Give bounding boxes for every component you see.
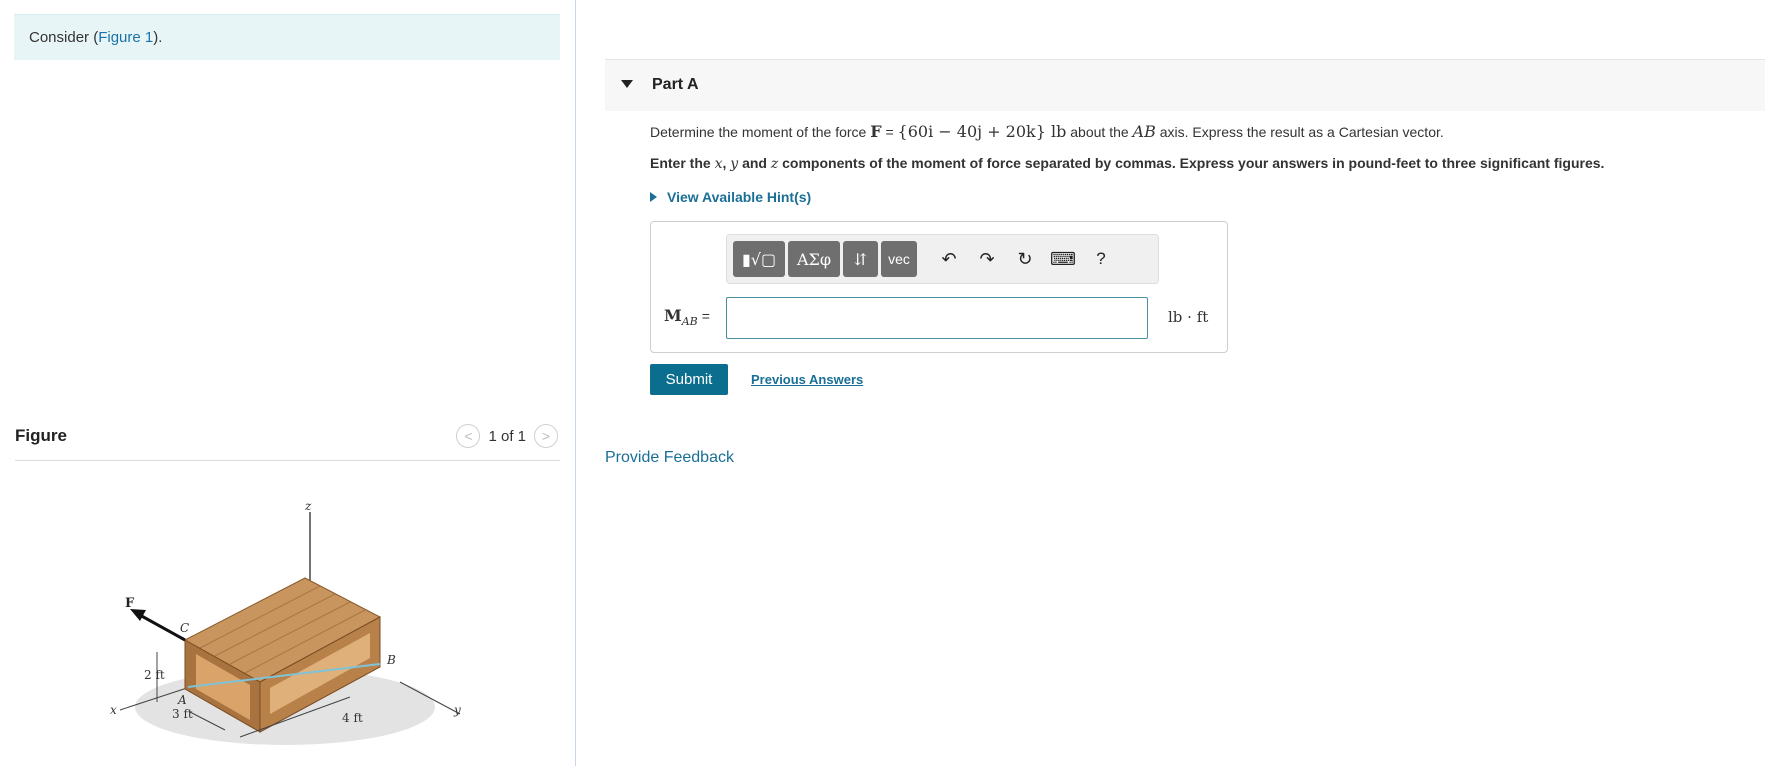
figure-title: Figure	[15, 426, 67, 445]
point-b-label: B	[386, 653, 396, 667]
axis-y-label: y	[453, 703, 461, 717]
answer-label-main: M	[664, 306, 682, 325]
help-button[interactable]: ?	[1086, 244, 1116, 274]
instruction-text: Enter the x, y and z components of the m…	[650, 155, 1604, 172]
submit-button[interactable]: Submit	[650, 364, 728, 395]
point-a-label: A	[177, 693, 187, 707]
keyboard-button[interactable]: ⌨	[1048, 244, 1078, 274]
vec-button[interactable]: vec	[881, 241, 917, 277]
greek-symbols-button[interactable]: ΑΣφ	[788, 241, 840, 277]
reset-button[interactable]: ↻	[1010, 244, 1040, 274]
axis-x-label: x	[110, 703, 117, 717]
help-icon: ?	[1096, 249, 1106, 268]
q1-equals: =	[881, 124, 898, 140]
part-title: Part A	[652, 76, 699, 93]
left-panel: Consider (Figure 1). Figure < 1 of 1 > z…	[0, 0, 575, 766]
q1-force-symbol: F	[870, 122, 882, 141]
arrows-button[interactable]: ⇵	[843, 241, 878, 277]
undo-button[interactable]: ↶	[934, 244, 964, 274]
templates-button[interactable]: ▮√▢	[733, 241, 785, 277]
right-panel: Part A Determine the moment of the force…	[576, 0, 1765, 766]
reset-icon: ↻	[1017, 248, 1033, 269]
q1-force-vector: {60i − 40j + 20k}	[897, 122, 1046, 141]
figure-link[interactable]: Figure 1	[98, 29, 153, 46]
q2-text-a: Enter the	[650, 155, 715, 171]
part-a-header[interactable]: Part A	[605, 59, 1765, 111]
q1-text-c: axis. Express the result as a Cartesian …	[1155, 124, 1444, 140]
point-c-label: C	[180, 621, 189, 635]
q1-text-a: Determine the moment of the force	[650, 124, 871, 140]
intro-banner: Consider (Figure 1).	[14, 14, 560, 60]
view-hints-link[interactable]: View Available Hint(s)	[650, 189, 811, 205]
answer-input[interactable]	[726, 297, 1148, 339]
caret-right-icon	[650, 192, 657, 202]
pager-count: 1 of 1	[488, 427, 526, 445]
q2-and: and	[738, 155, 771, 171]
figure-header: Figure < 1 of 1 >	[15, 424, 560, 461]
answer-box: ▮√▢ ΑΣφ ⇵ vec ↶ ↷ ↻ ⌨ ? MAB = lb · ft	[650, 221, 1228, 353]
figure-pager: < 1 of 1 >	[456, 424, 558, 448]
chevron-right-icon: >	[541, 428, 551, 444]
redo-icon: ↷	[979, 248, 995, 269]
prev-figure-button[interactable]: <	[456, 424, 481, 448]
force-label: F	[125, 596, 135, 611]
q1-unit: lb	[1045, 122, 1067, 141]
intro-prefix: Consider (	[29, 29, 99, 46]
hint-label: View Available Hint(s)	[667, 189, 812, 205]
q1-axis: AB	[1132, 122, 1156, 141]
q2-text-b: components of the moment of force separa…	[778, 155, 1605, 171]
dimension-width-label: 3 ft	[172, 707, 193, 721]
templates-icon: ▮√▢	[741, 249, 777, 269]
math-toolbar: ▮√▢ ΑΣφ ⇵ vec ↶ ↷ ↻ ⌨ ?	[726, 234, 1159, 284]
chevron-left-icon: <	[464, 428, 473, 444]
previous-answers-link[interactable]: Previous Answers	[751, 372, 863, 387]
dimension-length-label: 4 ft	[342, 711, 363, 725]
answer-label: MAB =	[664, 306, 710, 328]
arrows-icon: ⇵	[853, 249, 868, 269]
provide-feedback-link[interactable]: Provide Feedback	[605, 449, 734, 467]
question-text: Determine the moment of the force F = {6…	[650, 122, 1444, 141]
keyboard-icon: ⌨	[1050, 248, 1076, 269]
redo-button[interactable]: ↷	[972, 244, 1002, 274]
next-figure-button[interactable]: >	[534, 424, 558, 448]
answer-label-sub: AB	[681, 315, 698, 329]
dimension-height-label: 2 ft	[144, 668, 165, 682]
greek-icon: ΑΣφ	[796, 249, 832, 269]
vec-icon: vec	[888, 251, 910, 267]
q1-text-b: about the	[1066, 124, 1133, 140]
axis-z-label: z	[304, 499, 312, 513]
q2-y: y	[730, 156, 739, 172]
caret-down-icon	[621, 80, 633, 88]
undo-icon: ↶	[941, 248, 957, 269]
intro-suffix: ).	[153, 29, 163, 46]
answer-unit: lb · ft	[1168, 308, 1209, 326]
answer-label-equals: =	[701, 308, 710, 324]
figure-crate-diagram: z F C B A x y 2 ft 3 ft 4 ft	[110, 499, 461, 745]
